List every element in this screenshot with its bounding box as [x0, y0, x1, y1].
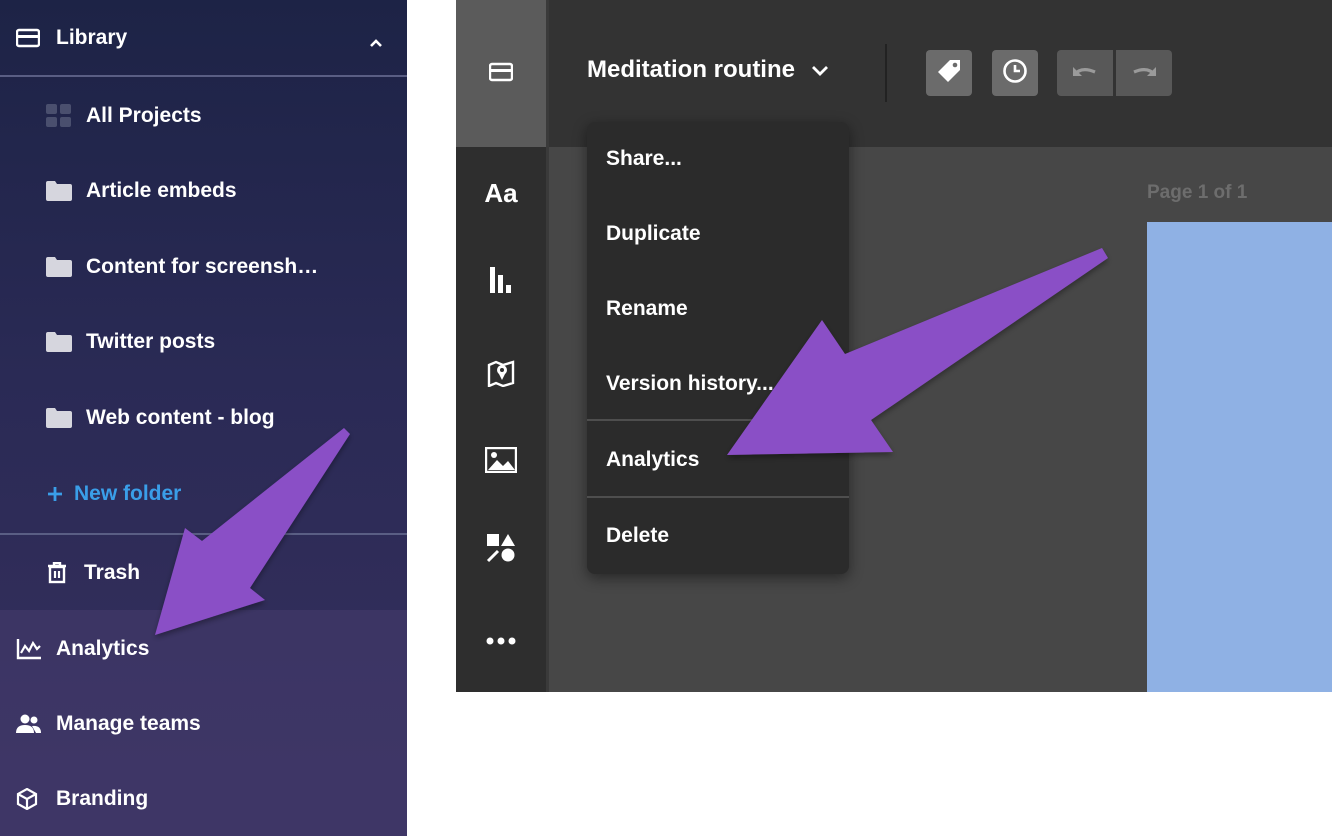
folder-icon — [46, 180, 72, 202]
new-folder-button[interactable]: New folder — [0, 456, 407, 531]
sidebar: Library All Projects Article embeds Cont… — [0, 0, 407, 836]
plus-icon — [46, 483, 72, 505]
history-button[interactable] — [992, 50, 1038, 96]
document-title-dropdown[interactable]: Meditation routine — [587, 56, 829, 84]
sidebar-item-trash[interactable]: Trash — [0, 535, 407, 610]
sidebar-item-label: Article embeds — [86, 178, 237, 202]
inbox-icon — [488, 62, 514, 87]
document-menu: Share... Duplicate Rename Version histor… — [587, 122, 849, 574]
sidebar-item-article-embeds[interactable]: Article embeds — [0, 153, 407, 228]
chevron-down-icon — [811, 56, 829, 84]
sidebar-item-label: Web content - blog — [86, 405, 275, 429]
sidebar-item-label: Manage teams — [56, 711, 201, 735]
menu-item-share[interactable]: Share... — [587, 124, 849, 194]
sidebar-item-twitter-posts[interactable]: Twitter posts — [0, 304, 407, 379]
chart-icon — [489, 266, 513, 298]
document-title: Meditation routine — [587, 56, 795, 83]
sidebar-item-branding[interactable]: Branding — [0, 761, 407, 836]
menu-item-analytics[interactable]: Analytics — [587, 425, 849, 495]
sidebar-item-label: Content for screensh… — [86, 254, 319, 278]
menu-item-version-history[interactable]: Version history... — [587, 349, 849, 419]
toolbar-divider — [885, 44, 887, 102]
sidebar-item-analytics[interactable]: Analytics — [0, 611, 407, 686]
menu-divider — [587, 419, 849, 421]
menu-divider — [587, 496, 849, 498]
rail-button-images[interactable] — [456, 432, 546, 492]
page-canvas[interactable] — [1147, 222, 1332, 692]
menu-item-delete[interactable]: Delete — [587, 501, 849, 571]
sidebar-library-header[interactable]: Library — [0, 0, 407, 75]
text-icon: Aa — [484, 177, 518, 208]
more-icon — [486, 632, 516, 650]
sidebar-item-label: Trash — [84, 560, 141, 584]
page-indicator: Page 1 of 1 — [1147, 182, 1248, 203]
folder-icon — [46, 331, 72, 353]
trash-icon — [46, 561, 72, 584]
sidebar-item-label: Branding — [56, 786, 149, 810]
inbox-icon — [16, 27, 42, 49]
chevron-up-icon[interactable] — [369, 30, 383, 54]
rail-button-charts[interactable] — [456, 252, 546, 312]
sidebar-item-label: Analytics — [56, 636, 150, 660]
folder-icon — [46, 256, 72, 278]
sidebar-item-web-content-blog[interactable]: Web content - blog — [0, 380, 407, 455]
undo-button[interactable] — [1057, 50, 1113, 96]
clock-icon — [1002, 58, 1028, 89]
redo-icon — [1130, 63, 1158, 84]
sidebar-item-all-projects[interactable]: All Projects — [0, 78, 407, 153]
sidebar-item-manage-teams[interactable]: Manage teams — [0, 686, 407, 761]
tag-icon — [936, 58, 962, 89]
sidebar-divider — [0, 75, 407, 77]
team-icon — [16, 713, 42, 735]
grid-icon — [46, 103, 72, 127]
image-icon — [484, 446, 518, 478]
redo-button[interactable] — [1116, 50, 1172, 96]
rail-button-more[interactable] — [456, 611, 546, 671]
rail-button-text[interactable]: Aa — [456, 163, 546, 223]
sidebar-item-label: All Projects — [86, 103, 202, 127]
rail-button-library[interactable] — [456, 44, 546, 104]
rail-button-shapes[interactable] — [456, 520, 546, 580]
new-folder-label: New folder — [74, 481, 182, 505]
undo-icon — [1071, 63, 1099, 84]
analytics-icon — [16, 638, 42, 660]
library-label: Library — [56, 25, 128, 49]
folder-icon — [46, 407, 72, 429]
editor-window: Aa Meditation routine Page 1 of 1 Share.… — [456, 0, 1332, 692]
cube-icon — [16, 787, 42, 810]
shapes-icon — [486, 533, 516, 568]
tag-button[interactable] — [926, 50, 972, 96]
sidebar-item-content-for-screenshots[interactable]: Content for screensh… — [0, 229, 407, 304]
menu-item-rename[interactable]: Rename — [587, 274, 849, 344]
sidebar-item-label: Twitter posts — [86, 329, 216, 353]
menu-item-duplicate[interactable]: Duplicate — [587, 199, 849, 269]
rail-button-maps[interactable] — [456, 345, 546, 405]
map-icon — [487, 359, 515, 392]
